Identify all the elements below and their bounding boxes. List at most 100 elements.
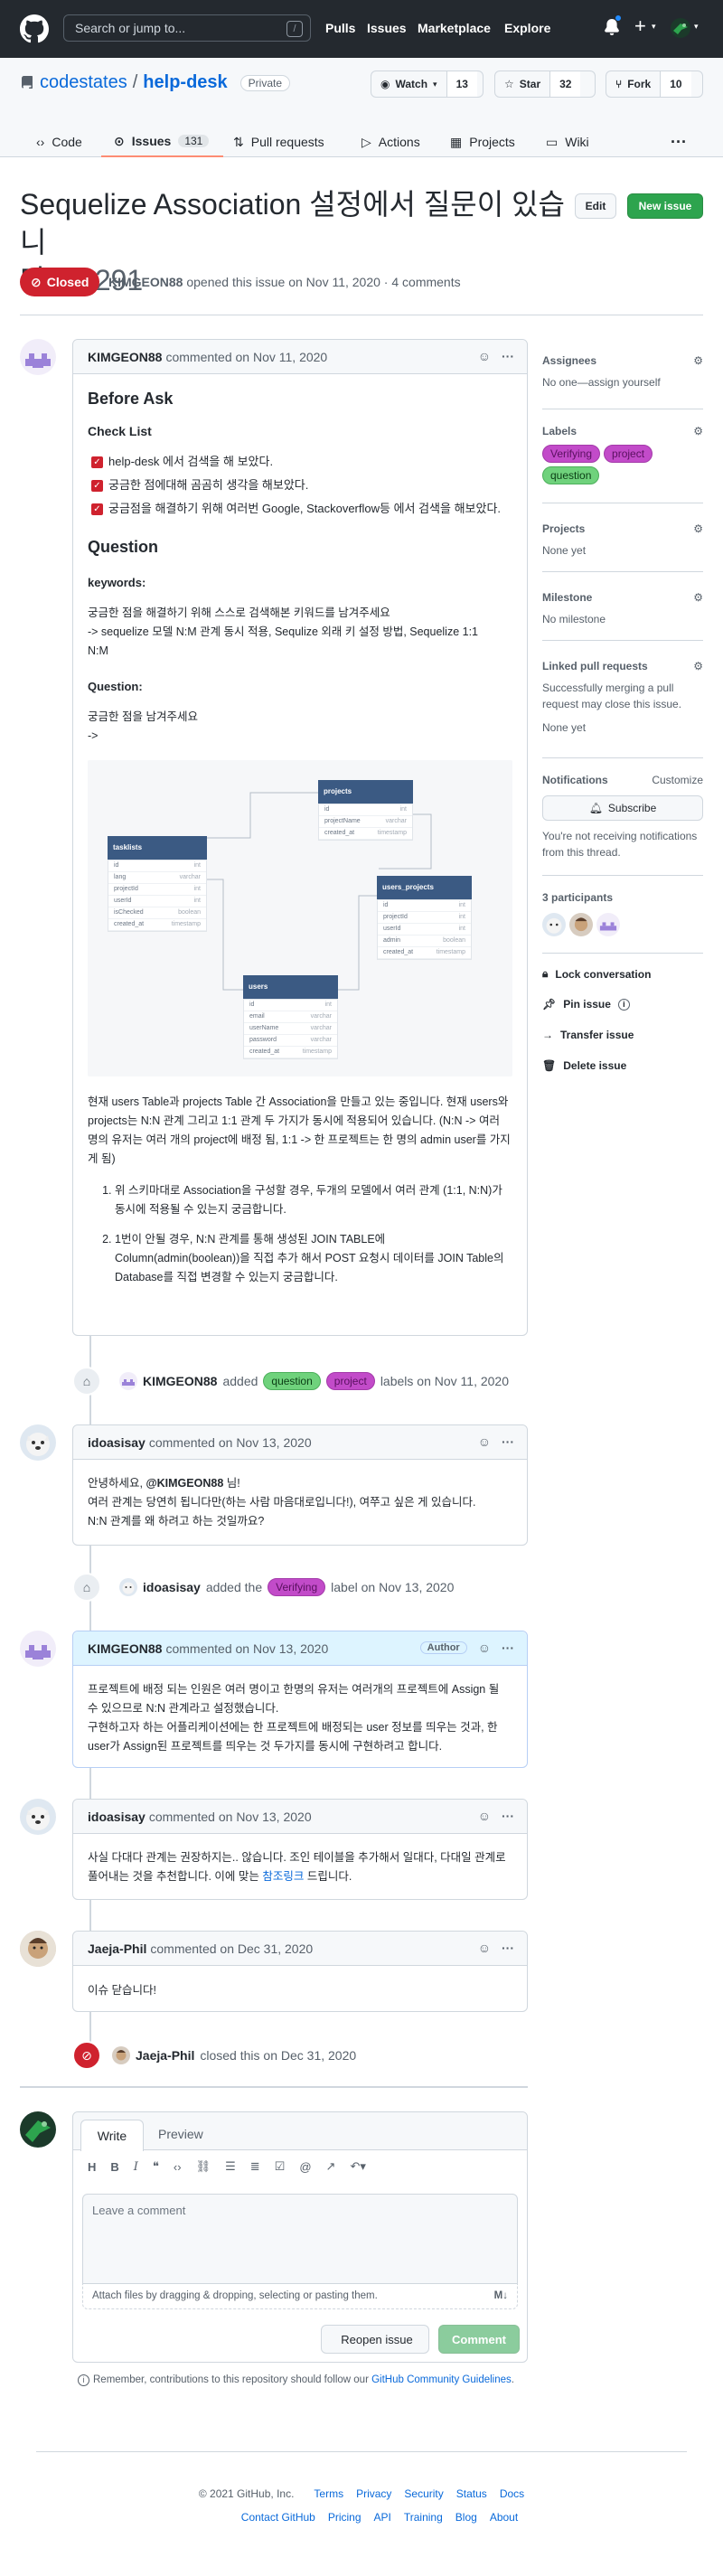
subscribe-button[interactable]: 🔔︎ Subscribe xyxy=(542,795,703,821)
tab-pull-requests[interactable]: ⇅ Pull requests xyxy=(233,127,324,157)
italic-icon[interactable]: I xyxy=(134,2160,138,2174)
footer-link-security[interactable]: Security xyxy=(404,2487,443,2500)
tab-issues[interactable]: ⊙ Issues 131 xyxy=(101,127,224,157)
smiley-icon[interactable]: ☺ xyxy=(478,349,491,363)
avatar[interactable] xyxy=(20,1424,56,1461)
reference-link[interactable]: 참조링크 xyxy=(262,1870,304,1883)
footer-link-api[interactable]: API xyxy=(374,2511,391,2524)
footer-link-privacy[interactable]: Privacy xyxy=(356,2487,391,2500)
avatar[interactable] xyxy=(542,913,566,936)
gear-icon[interactable]: ⚙ xyxy=(693,522,703,535)
tab-projects[interactable]: ▦ Projects xyxy=(450,127,515,157)
gear-icon[interactable]: ⚙ xyxy=(693,425,703,437)
footer-link-pricing[interactable]: Pricing xyxy=(328,2511,362,2524)
smiley-icon[interactable]: ☺ xyxy=(478,1809,491,1823)
tab-code[interactable]: ‹› Code xyxy=(36,127,82,157)
tab-write[interactable]: Write xyxy=(80,2120,144,2151)
tab-actions[interactable]: ▷ Actions xyxy=(362,127,420,157)
watch-button[interactable]: ◉ Watch ▾ 13 xyxy=(371,71,484,98)
comment-author[interactable]: KIMGEON88 xyxy=(88,1641,162,1656)
tab-wiki[interactable]: ▭ Wiki xyxy=(546,127,589,157)
event-actor[interactable]: Jaeja-Phil xyxy=(136,2048,194,2063)
kebab-horizontal-icon[interactable]: ··· xyxy=(502,1809,514,1823)
footer-link-blog[interactable]: Blog xyxy=(455,2511,477,2524)
watch-count[interactable]: 13 xyxy=(446,71,477,97)
transfer-issue-button[interactable]: → Transfer issue xyxy=(542,1029,634,1041)
code-icon[interactable]: ‹› xyxy=(174,2160,182,2174)
footer-link-training[interactable]: Training xyxy=(404,2511,443,2524)
comment-submit-button[interactable]: Comment xyxy=(438,2325,520,2354)
comment-author[interactable]: idoasisay xyxy=(88,1435,146,1450)
smiley-icon[interactable]: ☺ xyxy=(478,1941,491,1955)
sidebar-value[interactable]: No one—assign yourself xyxy=(542,374,703,390)
kebab-horizontal-icon[interactable]: ··· xyxy=(502,349,514,363)
avatar[interactable] xyxy=(119,1372,137,1390)
star-button[interactable]: ☆ Star 32 xyxy=(494,71,596,98)
avatar[interactable] xyxy=(119,1578,137,1596)
tab-preview[interactable]: Preview xyxy=(158,2127,203,2141)
quote-icon[interactable]: ❝ xyxy=(153,2159,159,2174)
event-actor[interactable]: idoasisay xyxy=(143,1580,201,1594)
avatar[interactable] xyxy=(20,1931,56,1967)
user-avatar[interactable] xyxy=(671,18,690,38)
issue-author-link[interactable]: KIMGEON88 xyxy=(108,275,183,289)
avatar[interactable] xyxy=(20,1631,56,1667)
comment-author[interactable]: KIMGEON88 xyxy=(88,350,162,364)
label-verifying[interactable]: Verifying xyxy=(268,1578,326,1596)
nav-explore[interactable]: Explore xyxy=(504,21,550,35)
nav-marketplace[interactable]: Marketplace xyxy=(418,21,491,35)
label-question[interactable]: question xyxy=(263,1372,321,1390)
gear-icon[interactable]: ⚙ xyxy=(693,660,703,672)
mention-icon[interactable]: @ xyxy=(299,2160,311,2174)
kebab-horizontal-icon[interactable]: ··· xyxy=(502,1434,514,1449)
footer-link-contact[interactable]: Contact GitHub xyxy=(241,2511,315,2524)
avatar[interactable] xyxy=(596,913,620,936)
comment-textarea[interactable]: Leave a comment xyxy=(82,2194,518,2284)
gear-icon[interactable]: ⚙ xyxy=(693,591,703,604)
avatar[interactable] xyxy=(20,2111,56,2148)
delete-issue-button[interactable]: 🗑︎ Delete issue xyxy=(542,1059,626,1072)
star-count[interactable]: 32 xyxy=(549,71,581,97)
tasklist-icon[interactable]: ☑ xyxy=(275,2159,286,2174)
more-tabs-icon[interactable]: ··· xyxy=(671,127,687,157)
kebab-horizontal-icon[interactable]: ··· xyxy=(502,1941,514,1955)
smiley-icon[interactable]: ☺ xyxy=(478,1641,491,1655)
reply-icon[interactable]: ↶▾ xyxy=(350,2159,365,2174)
user-mention[interactable]: @KIMGEON88 xyxy=(146,1477,223,1490)
new-issue-button[interactable]: New issue xyxy=(627,193,703,219)
kebab-horizontal-icon[interactable]: ··· xyxy=(502,1641,514,1655)
unordered-list-icon[interactable]: ☰ xyxy=(225,2159,236,2174)
customize-link[interactable]: Customize xyxy=(652,774,703,786)
comment-author[interactable]: idoasisay xyxy=(88,1810,146,1824)
github-logo-icon[interactable] xyxy=(20,14,49,43)
avatar[interactable] xyxy=(20,339,56,375)
ordered-list-icon[interactable]: ≣ xyxy=(250,2159,260,2174)
nav-pulls[interactable]: Pulls xyxy=(325,21,355,35)
footer-link-about[interactable]: About xyxy=(490,2511,518,2524)
heading-icon[interactable]: H xyxy=(88,2160,96,2174)
repo-owner-link[interactable]: codestates xyxy=(40,72,127,93)
create-new-icon[interactable]: + xyxy=(634,16,646,36)
pin-issue-button[interactable]: 📌︎ Pin issue i xyxy=(542,998,630,1011)
sidebar-assignees[interactable]: Assignees ⚙ No one—assign yourself xyxy=(542,354,703,390)
edit-button[interactable]: Edit xyxy=(575,193,616,219)
label-verifying[interactable]: Verifying xyxy=(542,445,601,463)
fork-button[interactable]: ⑂ Fork 10 xyxy=(606,71,703,98)
footer-link-terms[interactable]: Terms xyxy=(314,2487,343,2500)
lock-conversation-button[interactable]: 🔒︎ Lock conversation xyxy=(542,967,651,981)
cross-reference-icon[interactable]: ↗ xyxy=(326,2159,336,2174)
search-input[interactable]: Search or jump to... / xyxy=(63,14,311,42)
link-icon[interactable]: ⛓ xyxy=(196,2159,211,2174)
sidebar-milestone[interactable]: Milestone ⚙ No milestone xyxy=(542,591,703,627)
gear-icon[interactable]: ⚙ xyxy=(693,354,703,367)
sidebar-projects[interactable]: Projects ⚙ None yet xyxy=(542,522,703,559)
label-question[interactable]: question xyxy=(542,466,600,484)
sidebar-linked-prs[interactable]: Linked pull requests ⚙ Successfully mergi… xyxy=(542,660,703,736)
avatar[interactable] xyxy=(112,2046,130,2064)
footer-link-docs[interactable]: Docs xyxy=(500,2487,524,2500)
bold-icon[interactable]: B xyxy=(110,2160,118,2174)
smiley-icon[interactable]: ☺ xyxy=(478,1434,491,1449)
attach-files-bar[interactable]: Attach files by dragging & dropping, sel… xyxy=(82,2284,518,2309)
community-guidelines-link[interactable]: GitHub Community Guidelines xyxy=(371,2374,512,2385)
reopen-issue-button[interactable]: Reopen issue xyxy=(321,2325,429,2354)
